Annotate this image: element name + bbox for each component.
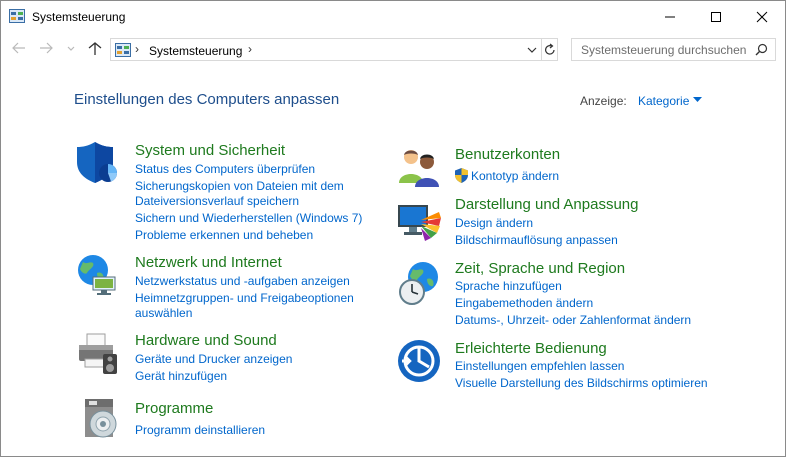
network-globe-icon[interactable] <box>75 253 119 297</box>
breadcrumb-separator-icon[interactable]: › <box>135 42 139 56</box>
minimize-button[interactable] <box>647 1 693 32</box>
category-network-internet[interactable]: Netzwerk und Internet <box>135 254 282 271</box>
link-file-history[interactable]: Sicherungskopien von Dateien mit dem <box>135 178 344 194</box>
link-change-account-type[interactable]: Kontotyp ändern <box>471 168 559 184</box>
ease-of-access-icon[interactable] <box>397 339 441 383</box>
printer-icon[interactable] <box>75 332 119 376</box>
address-history-dropdown[interactable] <box>524 39 540 60</box>
recent-dropdown-icon <box>67 46 75 51</box>
link-uninstall-program[interactable]: Programm deinstallieren <box>135 422 265 438</box>
view-by-label: Anzeige: <box>580 94 627 108</box>
link-recommend-settings[interactable]: Einstellungen empfehlen lassen <box>455 358 624 374</box>
up-button[interactable] <box>86 39 106 59</box>
minimize-icon <box>665 16 675 18</box>
clock-globe-icon[interactable] <box>397 261 441 305</box>
link-add-device[interactable]: Gerät hinzufügen <box>135 368 227 384</box>
link-homegroup[interactable]: Heimnetzgruppen- und Freigabeoptionen <box>135 290 354 306</box>
link-change-theme[interactable]: Design ändern <box>455 215 533 231</box>
link-add-language[interactable]: Sprache hinzufügen <box>455 278 562 294</box>
address-bar[interactable]: › Systemsteuerung › <box>110 38 558 61</box>
link-devices-printers[interactable]: Geräte und Drucker anzeigen <box>135 351 292 367</box>
monitor-palette-icon[interactable] <box>397 202 441 246</box>
maximize-icon <box>711 12 721 22</box>
title-bar[interactable]: Systemsteuerung <box>1 1 785 32</box>
breadcrumb[interactable]: Systemsteuerung <box>149 44 242 58</box>
control-panel-icon <box>115 43 131 57</box>
view-by-select[interactable]: Kategorie <box>638 94 689 108</box>
back-icon <box>12 42 25 54</box>
uac-shield-icon <box>455 168 468 183</box>
caret-down-icon[interactable] <box>693 97 702 103</box>
refresh-button[interactable] <box>542 39 558 60</box>
close-icon <box>756 11 768 23</box>
navigation-bar: › Systemsteuerung › <box>1 35 785 65</box>
maximize-button[interactable] <box>693 1 739 32</box>
link-computer-status[interactable]: Status des Computers überprüfen <box>135 161 315 177</box>
link-input-methods[interactable]: Eingabemethoden ändern <box>455 295 593 311</box>
category-hardware-sound[interactable]: Hardware und Sound <box>135 332 277 349</box>
link-screen-resolution[interactable]: Bildschirmauflösung anpassen <box>455 232 618 248</box>
link-troubleshoot[interactable]: Probleme erkennen und beheben <box>135 227 313 243</box>
control-panel-icon <box>9 9 25 23</box>
link-network-status[interactable]: Netzwerkstatus und -aufgaben anzeigen <box>135 273 350 289</box>
user-accounts-icon[interactable] <box>397 145 441 189</box>
search-icon[interactable] <box>755 43 768 56</box>
category-ease-of-access[interactable]: Erleichterte Bedienung <box>455 340 607 357</box>
link-optimize-display[interactable]: Visuelle Darstellung des Bildschirms opt… <box>455 375 708 391</box>
category-time-language-region[interactable]: Zeit, Sprache und Region <box>455 260 625 277</box>
search-input[interactable] <box>572 39 752 60</box>
category-system-security[interactable]: System und Sicherheit <box>135 142 285 159</box>
forward-icon <box>40 42 53 54</box>
security-shield-icon[interactable] <box>75 140 119 184</box>
control-panel-window: Systemsteuerung › Systemsteuerung › Syst… <box>0 0 786 457</box>
category-programs[interactable]: Programme <box>135 400 213 417</box>
recent-locations-button[interactable] <box>64 39 84 59</box>
refresh-icon <box>545 43 555 55</box>
chevron-down-icon <box>527 47 537 53</box>
window-title: Systemsteuerung <box>32 10 126 24</box>
close-button[interactable] <box>739 1 785 32</box>
link-date-time-format[interactable]: Datums-, Uhrzeit- oder Zahlenformat ände… <box>455 312 691 328</box>
category-user-accounts[interactable]: Benutzerkonten <box>455 146 560 163</box>
link-homegroup-cont[interactable]: auswählen <box>135 305 192 321</box>
search-box <box>571 38 776 61</box>
programs-disc-icon[interactable] <box>79 397 123 441</box>
back-button[interactable] <box>10 39 30 59</box>
forward-button[interactable] <box>37 39 57 59</box>
category-appearance[interactable]: Darstellung und Anpassung <box>455 196 638 213</box>
link-file-history-cont[interactable]: Dateiversionsverlauf speichern <box>135 193 299 209</box>
up-icon <box>88 42 102 55</box>
page-title: Einstellungen des Computers anpassen <box>74 91 340 108</box>
link-backup-restore[interactable]: Sichern und Wiederherstellen (Windows 7) <box>135 210 362 226</box>
breadcrumb-separator-icon[interactable]: › <box>248 42 252 56</box>
